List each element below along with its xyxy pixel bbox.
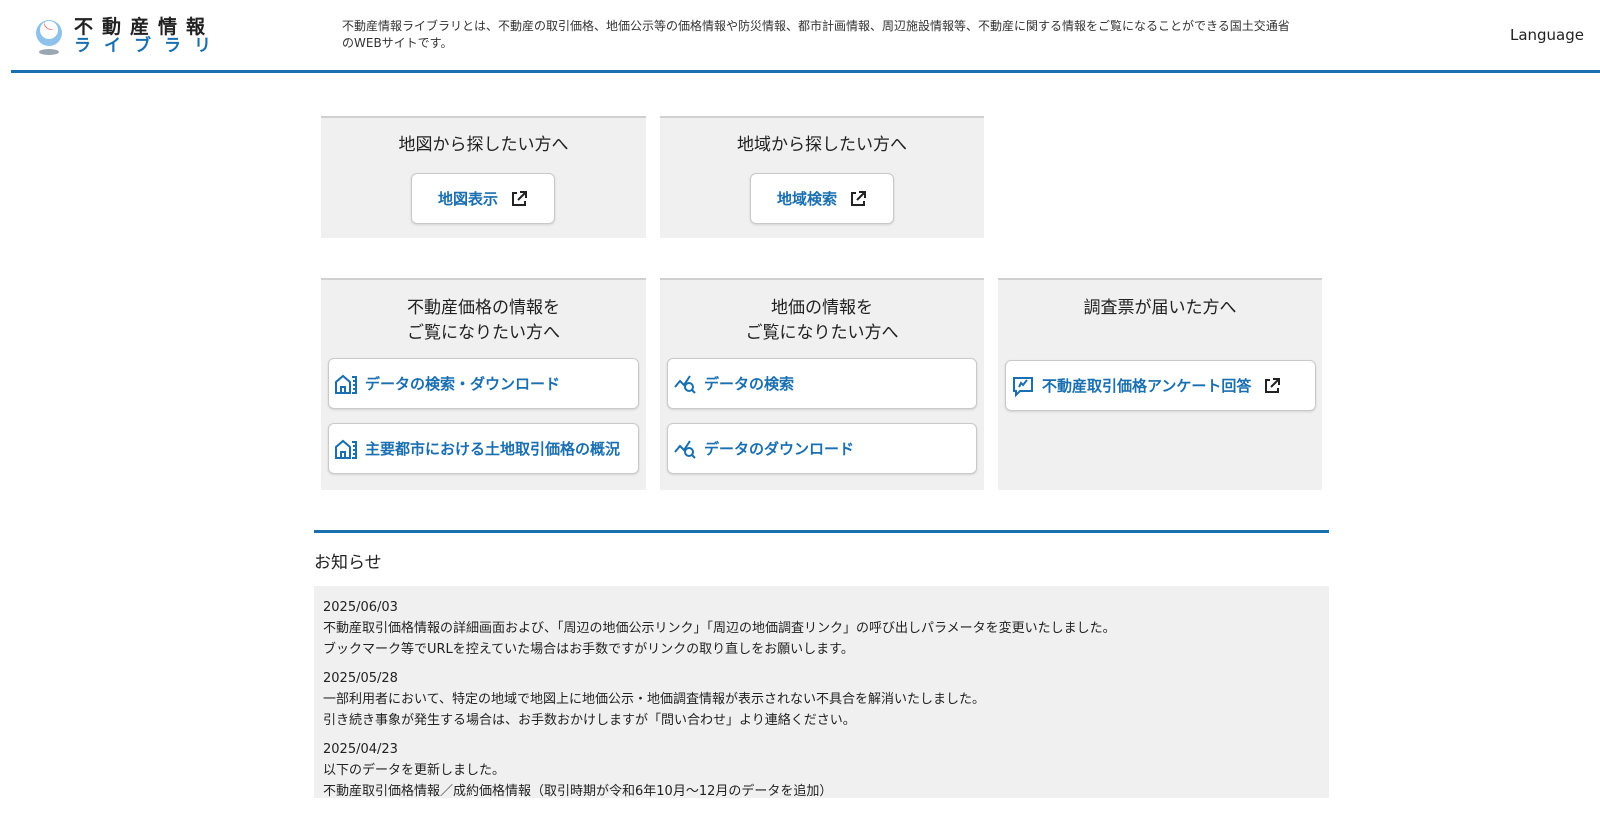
land-price-panel: 地価の情報を ご覧になりたい方へ データの検索 データのダウンロード bbox=[660, 278, 984, 490]
land-data-download-button[interactable]: データのダウンロード bbox=[667, 423, 977, 474]
survey-title: 調査票が届いた方へ bbox=[1083, 298, 1237, 318]
news-date: 2025/05/28 bbox=[323, 671, 398, 686]
news-date: 2025/04/23 bbox=[323, 742, 398, 757]
building-icon bbox=[334, 438, 358, 460]
search-map-panel: 地図から探したい方へ 地図表示 bbox=[321, 116, 646, 238]
news-text: 不動産取引価格情報の詳細画面および、「周辺の地価公示リンク」「周辺の地価調査リン… bbox=[323, 621, 1116, 636]
news-date: 2025/06/03 bbox=[323, 600, 398, 615]
survey-form-icon bbox=[1011, 375, 1035, 397]
land-data-search-label: データの検索 bbox=[704, 375, 795, 393]
data-search-download-label: データの検索・ダウンロード bbox=[365, 375, 561, 393]
news-item: 2025/04/23 以下のデータを更新しました。 不動産取引価格情報／成約価格… bbox=[314, 739, 1329, 798]
site-header: 不動産情報 ライブラリ 不動産情報ライブラリとは、不動産の取引価格、地価公示等の… bbox=[0, 0, 1600, 72]
real-estate-price-title-line2: ご覧になりたい方へ bbox=[407, 323, 560, 343]
news-item: 2025/06/03 不動産取引価格情報の詳細画面および、「周辺の地価公示リンク… bbox=[314, 586, 1329, 660]
news-divider bbox=[314, 530, 1329, 533]
data-search-download-button[interactable]: データの検索・ダウンロード bbox=[328, 358, 639, 409]
real-estate-price-panel: 不動産価格の情報を ご覧になりたい方へ データの検索・ダウンロード 主要都市にお… bbox=[321, 278, 646, 490]
land-data-download-label: データのダウンロード bbox=[704, 440, 855, 458]
region-search-label: 地域検索 bbox=[776, 190, 837, 208]
news-list[interactable]: 2025/06/03 不動産取引価格情報の詳細画面および、「周辺の地価公示リンク… bbox=[314, 586, 1329, 798]
language-selector[interactable]: Language bbox=[1510, 26, 1584, 44]
chart-search-icon bbox=[673, 373, 697, 395]
real-estate-price-title-line1: 不動産価格の情報を bbox=[407, 298, 560, 318]
logo-text-line2: ライブラリ bbox=[74, 36, 224, 56]
search-region-panel: 地域から探したい方へ 地域検索 bbox=[660, 116, 984, 238]
chart-search-icon bbox=[673, 438, 697, 460]
map-display-label: 地図表示 bbox=[437, 190, 498, 208]
news-text: 不動産取引価格情報／成約価格情報（取引時期が令和6年10月～12月のデータを追加… bbox=[323, 784, 833, 798]
news-text: ブックマーク等でURLを控えていた場合はお手数ですがリンクの取り直しをお願いしま… bbox=[323, 642, 854, 657]
building-icon bbox=[334, 373, 358, 395]
land-data-search-button[interactable]: データの検索 bbox=[667, 358, 977, 409]
land-price-title-line1: 地価の情報を bbox=[771, 298, 873, 318]
region-search-button[interactable]: 地域検索 bbox=[750, 173, 894, 224]
news-text: 以下のデータを更新しました。 bbox=[323, 763, 506, 778]
land-price-overview-label: 主要都市における土地取引価格の概況 bbox=[365, 440, 621, 458]
external-link-icon bbox=[510, 190, 528, 208]
news-heading: お知らせ bbox=[314, 553, 382, 573]
news-text: 引き続き事象が発生する場合は、お手数おかけしますが「問い合わせ」より連絡ください… bbox=[323, 713, 856, 728]
map-display-button[interactable]: 地図表示 bbox=[411, 173, 555, 224]
search-map-title: 地図から探したい方へ bbox=[398, 135, 569, 155]
external-link-icon bbox=[849, 190, 867, 208]
land-price-title-line2: ご覧になりたい方へ bbox=[745, 323, 899, 343]
land-price-overview-button[interactable]: 主要都市における土地取引価格の概況 bbox=[328, 423, 639, 474]
survey-answer-label: 不動産取引価格アンケート回答 bbox=[1042, 377, 1252, 395]
header-divider bbox=[11, 70, 1600, 73]
survey-answer-button[interactable]: 不動産取引価格アンケート回答 bbox=[1005, 360, 1316, 411]
survey-panel: 調査票が届いた方へ 不動産取引価格アンケート回答 bbox=[998, 278, 1322, 490]
external-link-icon bbox=[1263, 377, 1281, 395]
news-item: 2025/05/28 一部利用者において、特定の地域で地図上に地価公示・地価調査… bbox=[314, 668, 1329, 731]
logo-icon bbox=[36, 20, 62, 55]
news-text: 一部利用者において、特定の地域で地図上に地価公示・地価調査情報が表示されない不具… bbox=[323, 692, 985, 707]
site-tagline: 不動産情報ライブラリとは、不動産の取引価格、地価公示等の価格情報や防災情報、都市… bbox=[342, 19, 1290, 50]
search-region-title: 地域から探したい方へ bbox=[737, 135, 907, 155]
site-logo[interactable]: 不動産情報 ライブラリ bbox=[32, 16, 222, 56]
